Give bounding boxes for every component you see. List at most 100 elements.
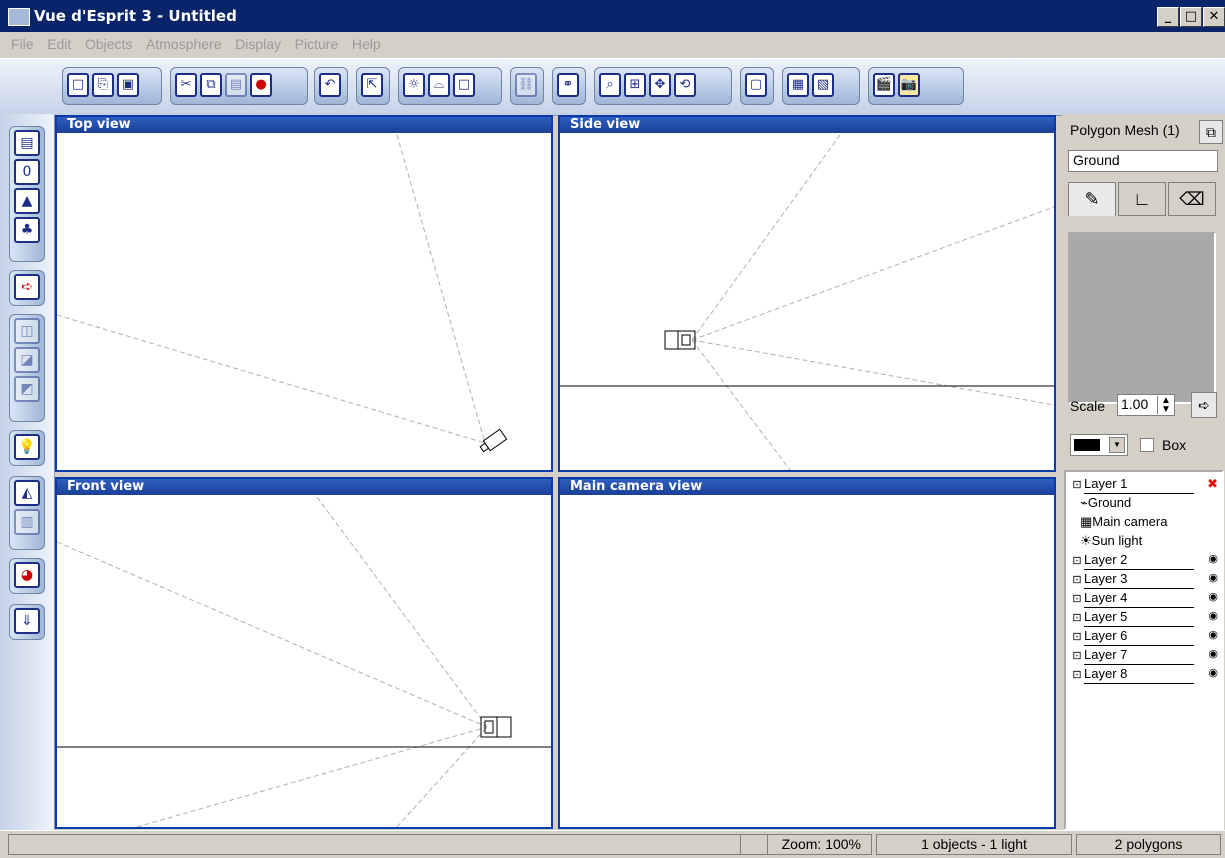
union-icon[interactable]: ◫ [14,318,40,344]
boolean-group: ◫ ◪ ◩ [9,314,45,422]
rotate-view-icon[interactable]: ⟲ [674,73,696,97]
tree-object-icon[interactable]: ♣ [14,217,40,243]
open-file-icon[interactable]: ⎘ [92,73,114,97]
color-select[interactable]: ▼ [1070,434,1128,456]
layer-list[interactable]: ⊡ Layer 1 ✖ ⌁Ground ▦Main camera ☀Sun lig… [1064,470,1224,830]
visibility-eye-icon[interactable]: ◉ [1208,628,1218,641]
layer-name[interactable]: Layer 1 [1084,474,1194,494]
sphere-object-icon[interactable]: 0 [14,159,40,185]
light-icon[interactable]: 💡 [14,434,40,460]
layer-row[interactable]: ⊡ Layer 3 [1070,569,1194,589]
menu-display[interactable]: Display [230,32,286,56]
layer-row[interactable]: ⊡ Layer 4 [1070,588,1194,608]
glasses-icon[interactable]: ⚭ [557,73,579,97]
pan-icon[interactable]: ✥ [649,73,671,97]
delete-icon[interactable]: ● [250,73,272,97]
plane-icon[interactable]: □ [453,73,475,97]
object-type-label: Polygon Mesh (1) [1070,122,1180,138]
zoom-fit-icon[interactable]: ⊞ [624,73,646,97]
side-view[interactable]: Side view [558,115,1056,472]
light-small-icon: ☀ [1080,533,1092,548]
render-icon[interactable]: 🎬 [873,73,895,97]
distribute-icon[interactable]: ▥ [14,509,40,535]
tab-dimensions[interactable]: ∟ [1118,182,1166,216]
zoom-icon[interactable]: ⌕ [599,73,621,97]
layer-item-sun[interactable]: ☀Sun light [1080,531,1142,550]
layer-row[interactable]: ⊡ Layer 8 [1070,664,1194,684]
tab-material[interactable]: ✎ [1068,182,1116,216]
polygons-status: 2 polygons [1076,834,1221,855]
layer-icon: ⊡ [1072,669,1082,681]
material-icon[interactable]: ◕ [14,562,40,588]
camera-render-icon[interactable]: 📷 [898,73,920,97]
camera-icon [664,330,696,350]
camera-icon [479,428,508,453]
title-bar[interactable]: Vue d'Esprit 3 - Untitled _ □ ✕ [0,0,1225,32]
top-view-title: Top view [57,117,551,133]
scale-apply-icon[interactable]: ➪ [1191,392,1217,418]
close-button[interactable]: ✕ [1203,7,1225,27]
camera-small-icon: ▦ [1080,514,1093,529]
link-icon[interactable]: ⛓ [515,73,537,97]
visibility-eye-icon[interactable]: ◉ [1208,590,1218,603]
import-icon[interactable]: ⇱ [361,73,383,97]
cut-icon[interactable]: ✂ [175,73,197,97]
scale-spinner[interactable]: ▲ ▼ [1157,396,1174,415]
film-icon[interactable]: ▦ [787,73,809,97]
maximize-button[interactable]: □ [1180,7,1202,27]
move-icon[interactable]: ➪ [14,274,40,300]
visibility-eye-icon[interactable]: ◉ [1208,647,1218,660]
box-checkbox[interactable] [1140,438,1154,452]
layer-row[interactable]: ⊡ Layer 5 [1070,607,1194,627]
top-view[interactable]: Top view [55,115,553,472]
material-group: ◕ [9,558,45,594]
intersect-icon[interactable]: ◩ [14,376,40,402]
object-edit-icon[interactable]: ⧉ [1199,120,1223,144]
app-icon[interactable] [8,8,30,26]
eraser-icon: ⌫ [1179,189,1205,209]
sun-icon[interactable]: ☼ [403,73,425,97]
layer-row[interactable]: ⊡ Layer 7 [1070,645,1194,665]
menu-picture[interactable]: Picture [290,32,344,56]
menu-atmosphere[interactable]: Atmosphere [141,32,226,56]
menu-objects[interactable]: Objects [80,32,137,56]
new-file-icon[interactable]: □ [67,73,89,97]
material-preview[interactable] [1068,232,1216,404]
drop-icon[interactable]: ⇓ [14,608,40,634]
layer-item-camera[interactable]: ▦Main camera [1080,512,1167,531]
terrain-icon[interactable]: ⌓ [428,73,450,97]
terrain-object-icon[interactable]: ▤ [14,130,40,156]
tab-transform[interactable]: ⌫ [1168,182,1216,216]
subtract-icon[interactable]: ◪ [14,347,40,373]
paste-icon[interactable]: ▤ [225,73,247,97]
main-camera-view[interactable]: Main camera view [558,477,1056,829]
visibility-eye-icon[interactable]: ◉ [1208,609,1218,622]
object-name-field[interactable]: Ground [1068,150,1218,172]
box-label: Box [1162,437,1187,453]
visibility-eye-icon[interactable]: ◉ [1208,552,1218,565]
mirror-icon[interactable]: ◭ [14,480,40,506]
front-view-title: Front view [57,479,551,495]
layer-row[interactable]: ⊡ Layer 2 [1070,550,1194,570]
menu-file[interactable]: File [6,32,39,56]
copy-icon[interactable]: ⧉ [200,73,222,97]
menu-edit[interactable]: Edit [42,32,76,56]
frame-icon[interactable]: ▢ [745,73,767,97]
layer-row[interactable]: ⊡ Layer 6 [1070,626,1194,646]
chevron-down-icon[interactable]: ▼ [1109,437,1125,453]
save-file-icon[interactable]: ▣ [117,73,139,97]
layer-item-ground[interactable]: ⌁Ground [1080,493,1131,512]
visibility-eye-icon[interactable]: ◉ [1208,666,1218,679]
film-multi-icon[interactable]: ▧ [812,73,834,97]
undo-icon[interactable]: ↶ [319,73,341,97]
front-view[interactable]: Front view [55,477,553,829]
mountain-object-icon[interactable]: ▲ [14,188,40,214]
visibility-eye-icon[interactable]: ◉ [1208,571,1218,584]
minimize-button[interactable]: _ [1157,7,1179,27]
front-view-canvas [57,497,551,827]
primitive-group: ▤ 0 ▲ ♣ [9,126,45,262]
delete-layer-icon[interactable]: ✖ [1207,476,1218,492]
menu-help[interactable]: Help [347,32,386,56]
view-group: ▦ ▧ [782,67,860,105]
layer-row[interactable]: ⊡ Layer 1 [1070,474,1194,494]
